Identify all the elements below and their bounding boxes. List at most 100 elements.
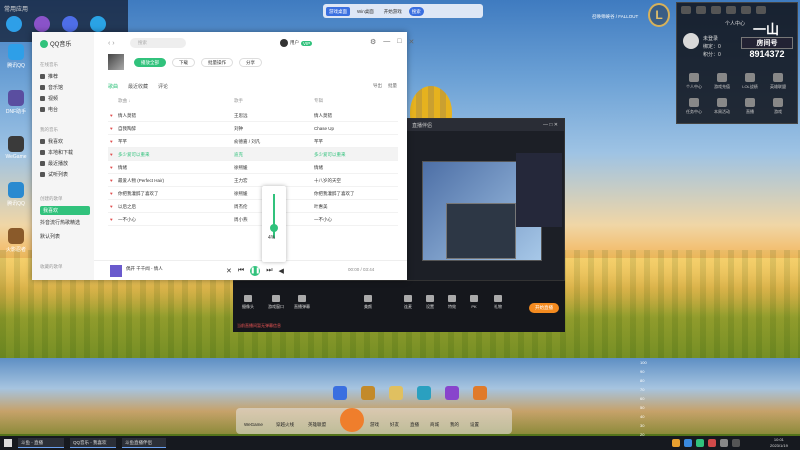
play-all-button[interactable]: 播放全部 (134, 58, 166, 67)
start-live-button[interactable]: 开始直播 (529, 303, 559, 313)
game-icon[interactable] (417, 386, 431, 400)
table-row[interactable]: ♥ 一不小心 周小燕 一不小心 (108, 213, 398, 226)
volume-icon[interactable]: ◀ (279, 267, 284, 275)
dock-label[interactable]: 设置 (470, 422, 479, 428)
song-album[interactable]: 一不小心 (314, 217, 332, 223)
panel-grid-item[interactable]: 直播 (737, 98, 763, 118)
panel-tool-icon[interactable] (711, 6, 721, 14)
song-album[interactable]: 芊芊 (314, 139, 323, 145)
studio-tool[interactable]: PK (463, 295, 485, 309)
studio-tool[interactable]: 美颜 (357, 295, 379, 310)
panel-grid-item[interactable]: 个人中心 (681, 73, 707, 93)
song-artist[interactable]: 徐熙媛 (234, 165, 248, 171)
panel-grid-item[interactable]: 任务中心 (681, 98, 707, 118)
tray-icon[interactable] (720, 439, 728, 447)
panel-tool-icon[interactable] (696, 6, 706, 14)
studio-tool[interactable]: 直播弹幕 (291, 295, 313, 310)
column-album[interactable]: 专辑 (314, 98, 323, 104)
panel-grid-item[interactable]: 游戏充值 (709, 73, 735, 93)
dock-label[interactable]: 游戏 (370, 422, 379, 428)
window-controls[interactable]: — □ ✕ (543, 122, 558, 128)
start-game-button[interactable]: 开始游戏 (381, 7, 405, 16)
heart-icon[interactable]: ♥ (110, 178, 113, 183)
sidebar-item[interactable]: 我喜欢 (40, 137, 90, 146)
column-title[interactable]: 歌曲 ↓ (118, 98, 131, 104)
table-row[interactable]: ♥ 芊芊 俞德嘉 / 刘凡 芊芊 (108, 135, 398, 148)
avatar[interactable] (683, 33, 699, 49)
lol-logo[interactable]: L (648, 3, 670, 27)
studio-tool[interactable]: 特效 (441, 295, 463, 310)
song-artist[interactable]: 俞德嘉 / 刘凡 (234, 139, 260, 145)
tray-icon[interactable] (696, 439, 704, 447)
column-artist[interactable]: 歌手 (234, 98, 243, 104)
dock-label[interactable]: 穿越火线 (276, 422, 294, 428)
preview-subscene[interactable] (446, 203, 516, 259)
heart-icon[interactable]: ♥ (110, 217, 113, 222)
app-icon[interactable] (90, 16, 106, 32)
table-row[interactable]: ♥ 最爱人物 (Perfect Hair) 王力宏 十八岁的天空 (108, 174, 398, 187)
game-desktop-button[interactable]: 游戏桌面 (326, 6, 350, 16)
song-title[interactable]: 以后之后 (118, 204, 136, 210)
song-artist[interactable]: 周小燕 (234, 217, 248, 223)
game-icon[interactable] (445, 386, 459, 400)
song-album[interactable]: 情绪 (314, 165, 323, 171)
song-artist[interactable]: 迪克 (234, 152, 243, 158)
song-album[interactable]: 多少爱可以重来 (314, 152, 346, 158)
dock-label[interactable]: 好友 (390, 422, 399, 428)
now-playing-title[interactable]: 偶开 千千闻 - 情人 (126, 266, 163, 272)
song-album[interactable]: Chase Up (314, 126, 334, 131)
desktop-icon[interactable]: 腾讯QQ (4, 182, 28, 222)
panel-grid-item[interactable]: 游戏 (765, 98, 791, 118)
panel-tool-icon[interactable] (756, 6, 766, 14)
source-list[interactable] (516, 153, 562, 227)
user-area[interactable]: 用户 VIP (280, 39, 313, 47)
studio-tool[interactable]: 礼物 (487, 295, 509, 310)
desktop-icon[interactable]: 火影忍者 (4, 228, 28, 268)
tab-recent[interactable]: 最近收藏 (128, 83, 148, 90)
sidebar-item[interactable]: 推荐 (40, 72, 90, 81)
heart-icon[interactable]: ♥ (110, 126, 113, 131)
game-icon[interactable] (333, 386, 347, 400)
song-album[interactable]: 你把我灌醉了喜欢了 (314, 191, 355, 197)
dock-label[interactable]: 英雄联盟 (308, 422, 326, 428)
sidebar-playlist-active[interactable]: 我喜欢 (40, 206, 90, 215)
search-button[interactable]: 搜索 (408, 6, 424, 16)
dock-center-button[interactable] (340, 408, 364, 432)
next-icon[interactable]: ⏭ (266, 267, 272, 275)
start-button[interactable] (4, 439, 12, 447)
game-icon[interactable] (473, 386, 487, 400)
batch-link[interactable]: 批量 (388, 83, 397, 89)
game-icon[interactable] (389, 386, 403, 400)
volume-knob[interactable] (270, 224, 278, 232)
sidebar-item[interactable]: 视频 (40, 94, 90, 103)
studio-tool[interactable]: 摄像头 (237, 295, 259, 310)
song-title[interactable]: 你把我灌醉了喜欢了 (118, 191, 159, 197)
tab-songs[interactable]: 歌曲 (108, 83, 118, 90)
table-row[interactable]: ♥ 情人莫错 王思远 情人莫错 (108, 109, 398, 122)
game-icon[interactable] (361, 386, 375, 400)
heart-icon[interactable]: ♥ (110, 165, 113, 170)
heart-icon[interactable]: ♥ (110, 113, 113, 118)
sidebar-item[interactable]: 音乐馆 (40, 83, 90, 92)
desktop-icon[interactable]: 腾讯QQ (4, 44, 28, 84)
dock-label[interactable]: 我的 (450, 422, 459, 428)
app-icon[interactable] (6, 16, 22, 32)
export-button[interactable]: 导出 (373, 83, 382, 89)
table-row[interactable]: ♥ 以后之后 周杰伦 叶惠美 (108, 200, 398, 213)
sidebar-playlist[interactable]: 默认列表 (40, 232, 90, 241)
song-artist[interactable]: 周杰伦 (234, 204, 248, 210)
tray-icon[interactable] (672, 439, 680, 447)
sidebar-item[interactable]: 最近播放 (40, 159, 90, 168)
sidebar-footer[interactable]: 收藏的歌单 (40, 264, 63, 270)
tab-comments[interactable]: 评论 (158, 83, 168, 90)
song-album[interactable]: 叶惠美 (314, 204, 328, 210)
play-button[interactable]: ❚❚ (250, 266, 260, 276)
dock-label[interactable]: 直播 (410, 422, 419, 428)
taskbar-task[interactable]: 斗鱼 - 直播 (18, 438, 64, 448)
song-artist[interactable]: 徐熙媛 (234, 191, 248, 197)
panel-grid-item[interactable]: 本周活动 (709, 98, 735, 118)
song-album[interactable]: 情人莫错 (314, 113, 332, 119)
download-button[interactable]: 下载 (172, 58, 195, 67)
dock-label[interactable]: WeGame (244, 422, 263, 427)
settings-icon[interactable]: ⚙ (370, 38, 376, 46)
